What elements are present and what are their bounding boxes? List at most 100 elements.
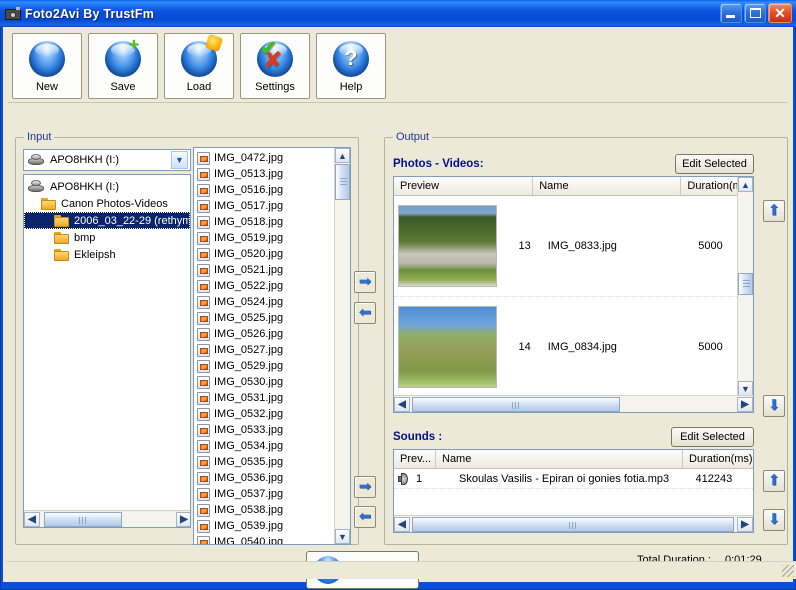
- file-list-item[interactable]: IMG_0532.jpg: [194, 406, 333, 422]
- title-bar[interactable]: Foto2Avi By TrustFm ✕: [0, 0, 796, 27]
- file-list-item[interactable]: IMG_0530.jpg: [194, 374, 333, 390]
- file-list-item-label: IMG_0518.jpg: [214, 216, 283, 228]
- file-list-item[interactable]: IMG_0522.jpg: [194, 278, 333, 294]
- photos-move-up-button[interactable]: ⬆: [763, 200, 785, 222]
- photos-column-name[interactable]: Name: [533, 177, 681, 195]
- hscroll-track[interactable]: [410, 397, 737, 412]
- drive-select[interactable]: APO8HKH (I:) ▼: [23, 149, 191, 171]
- file-list-item[interactable]: IMG_0538.jpg: [194, 502, 333, 518]
- scroll-left-icon[interactable]: ◀: [394, 517, 410, 532]
- sounds-table-row[interactable]: 1Skoulas Vasilis - Epiran oi gonies foti…: [394, 469, 753, 489]
- add-sounds-button[interactable]: ➡: [354, 476, 376, 498]
- scroll-right-icon[interactable]: ▶: [176, 512, 191, 527]
- file-list-item[interactable]: IMG_0536.jpg: [194, 470, 333, 486]
- file-list-item[interactable]: IMG_0537.jpg: [194, 486, 333, 502]
- hscroll-thumb[interactable]: [412, 517, 734, 532]
- scroll-up-icon[interactable]: ▲: [335, 148, 350, 163]
- remove-photos-button[interactable]: ⬅: [354, 302, 376, 324]
- sounds-column-name[interactable]: Name: [436, 450, 683, 468]
- scroll-down-icon[interactable]: ▼: [335, 529, 350, 544]
- save-button-label: Save: [110, 81, 135, 93]
- scroll-right-icon[interactable]: ▶: [737, 517, 753, 532]
- file-list-item[interactable]: IMG_0518.jpg: [194, 214, 333, 230]
- file-list-item[interactable]: IMG_0513.jpg: [194, 166, 333, 182]
- sounds-move-down-button[interactable]: ⬇: [763, 509, 785, 531]
- tree-node[interactable]: 2006_03_22-29 (rethymno): [24, 212, 190, 229]
- file-list[interactable]: IMG_0472.jpgIMG_0513.jpgIMG_0516.jpg IMG_…: [193, 147, 351, 545]
- save-button[interactable]: + Save: [88, 33, 158, 99]
- hscroll-thumb[interactable]: [44, 512, 122, 527]
- photos-listview[interactable]: Preview Name Duration(m 13IMG_0833.jpg50…: [393, 176, 754, 413]
- tree-node[interactable]: Canon Photos-Videos: [24, 195, 190, 212]
- sounds-move-up-button[interactable]: ⬆: [763, 470, 785, 492]
- tree-node[interactable]: APO8HKH (I:): [24, 178, 190, 195]
- photos-edit-selected-button[interactable]: Edit Selected: [675, 154, 754, 174]
- sounds-column-duration[interactable]: Duration(ms): [683, 450, 753, 468]
- file-list-item[interactable]: IMG_0527.jpg: [194, 342, 333, 358]
- sounds-hscrollbar[interactable]: ◀ ▶: [394, 515, 753, 532]
- settings-button[interactable]: ✔ ✘ Settings: [240, 33, 310, 99]
- file-list-item[interactable]: IMG_0520.jpg: [194, 246, 333, 262]
- photos-column-preview[interactable]: Preview: [394, 177, 533, 195]
- vscroll-thumb[interactable]: [335, 164, 350, 200]
- file-list-item[interactable]: IMG_0517.jpg: [194, 198, 333, 214]
- jpeg-file-icon: [197, 504, 210, 517]
- scroll-right-icon[interactable]: ▶: [737, 397, 753, 412]
- folder-tree[interactable]: APO8HKH (I:)Canon Photos-Videos2006_03_2…: [23, 174, 191, 528]
- photos-hscrollbar[interactable]: ◀ ▶: [394, 395, 753, 412]
- file-list-item-label: IMG_0524.jpg: [214, 296, 283, 308]
- file-list-item[interactable]: IMG_0529.jpg: [194, 358, 333, 374]
- resize-grip-icon[interactable]: [782, 565, 794, 577]
- jpeg-file-icon: [197, 424, 210, 437]
- photos-table-row[interactable]: 13IMG_0833.jpg5000: [394, 196, 753, 297]
- jpeg-file-icon: [197, 152, 210, 165]
- hscroll-track[interactable]: [410, 517, 737, 532]
- file-list-item[interactable]: IMG_0521.jpg: [194, 262, 333, 278]
- file-list-item[interactable]: IMG_0516.jpg: [194, 182, 333, 198]
- folder-tree-hscrollbar[interactable]: ◀ ▶: [24, 510, 191, 527]
- photos-section-title: Photos - Videos:: [393, 158, 484, 170]
- file-list-item[interactable]: IMG_0519.jpg: [194, 230, 333, 246]
- file-list-item-label: IMG_0520.jpg: [214, 248, 283, 260]
- maximize-button[interactable]: [744, 3, 766, 23]
- photos-row-index: 13: [497, 240, 531, 252]
- file-list-item[interactable]: IMG_0531.jpg: [194, 390, 333, 406]
- file-list-item[interactable]: IMG_0533.jpg: [194, 422, 333, 438]
- folder-icon: [54, 248, 70, 261]
- remove-sounds-button[interactable]: ⬅: [354, 506, 376, 528]
- file-list-item[interactable]: IMG_0526.jpg: [194, 326, 333, 342]
- file-list-item[interactable]: IMG_0535.jpg: [194, 454, 333, 470]
- scroll-down-icon[interactable]: ▼: [738, 381, 753, 396]
- vscroll-thumb[interactable]: [738, 273, 753, 295]
- file-list-item[interactable]: IMG_0534.jpg: [194, 438, 333, 454]
- file-list-item-label: IMG_0532.jpg: [214, 408, 283, 420]
- sounds-edit-selected-button[interactable]: Edit Selected: [671, 427, 754, 447]
- file-list-item[interactable]: IMG_0524.jpg: [194, 294, 333, 310]
- file-list-item[interactable]: IMG_0540.jpg: [194, 534, 333, 545]
- chevron-down-icon[interactable]: ▼: [171, 151, 188, 169]
- sounds-column-preview[interactable]: Prev...: [394, 450, 436, 468]
- file-list-item[interactable]: IMG_0539.jpg: [194, 518, 333, 534]
- hscroll-track[interactable]: [40, 512, 176, 527]
- photos-move-down-button[interactable]: ⬇: [763, 395, 785, 417]
- jpeg-file-icon: [197, 488, 210, 501]
- file-list-item-label: IMG_0517.jpg: [214, 200, 283, 212]
- sounds-listview[interactable]: Prev... Name Duration(ms) 1Skoulas Vasil…: [393, 449, 754, 533]
- new-button[interactable]: New: [12, 33, 82, 99]
- scroll-up-icon[interactable]: ▲: [738, 177, 753, 192]
- scroll-left-icon[interactable]: ◀: [394, 397, 410, 412]
- scroll-left-icon[interactable]: ◀: [24, 512, 40, 527]
- close-button[interactable]: ✕: [768, 3, 792, 23]
- help-button[interactable]: ? Help: [316, 33, 386, 99]
- hscroll-thumb[interactable]: [412, 397, 620, 412]
- tree-node[interactable]: bmp: [24, 229, 190, 246]
- photos-vscrollbar[interactable]: ▲ ▼: [737, 177, 753, 396]
- load-button[interactable]: Load: [164, 33, 234, 99]
- file-list-item[interactable]: IMG_0472.jpg: [194, 150, 333, 166]
- file-list-vscrollbar[interactable]: ▲ ▼: [334, 148, 350, 544]
- add-photos-button[interactable]: ➡: [354, 271, 376, 293]
- file-list-item[interactable]: IMG_0525.jpg: [194, 310, 333, 326]
- tree-node[interactable]: Ekleipsh: [24, 246, 190, 263]
- minimize-button[interactable]: [720, 3, 742, 23]
- photos-table-row[interactable]: 14IMG_0834.jpg5000: [394, 297, 753, 398]
